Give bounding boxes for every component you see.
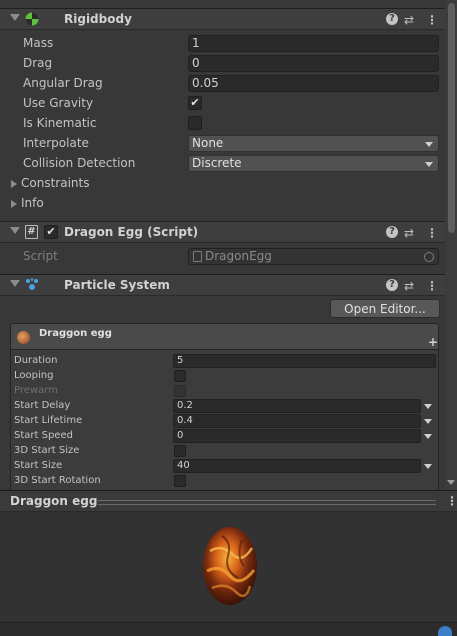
start-delay-field[interactable]: 0.2: [173, 399, 421, 413]
dragon-egg-preview-image: [203, 527, 257, 605]
script-enabled-checkbox[interactable]: ✔: [44, 225, 58, 239]
script-value: DragonEgg: [205, 249, 272, 263]
is-kinematic-checkbox[interactable]: [188, 116, 202, 130]
constraints-foldout[interactable]: Constraints: [11, 176, 89, 190]
rigidbody-header[interactable]: Rigidbody ? ⇄ ⋮: [0, 8, 445, 30]
particle-system-title: Particle System: [64, 278, 170, 292]
component-menu-icon[interactable]: ⋮: [426, 279, 438, 293]
start-size-3d-checkbox[interactable]: [174, 445, 186, 457]
inspector-scroll-thumb[interactable]: [448, 3, 455, 233]
rigidbody-fold-icon[interactable]: [10, 14, 20, 21]
preview-title: Draggon egg: [10, 494, 98, 508]
constraints-label: Constraints: [21, 176, 90, 190]
help-icon[interactable]: ?: [386, 13, 398, 25]
chevron-down-icon: [425, 142, 433, 147]
drag-field[interactable]: 0: [188, 55, 439, 72]
script-file-icon: [193, 251, 202, 262]
preview-tool-icon[interactable]: [438, 626, 452, 636]
start-speed-field[interactable]: 0: [173, 429, 421, 443]
help-icon[interactable]: ?: [386, 226, 398, 238]
angular-drag-label: Angular Drag: [23, 76, 103, 90]
script-label: Script: [23, 249, 58, 263]
prewarm-checkbox: [174, 385, 186, 397]
chevron-down-icon[interactable]: [424, 434, 432, 439]
particle-fold-icon[interactable]: [10, 280, 20, 287]
preview-area: [0, 512, 457, 636]
open-editor-button[interactable]: Open Editor...: [330, 299, 440, 318]
collision-detection-label: Collision Detection: [23, 156, 136, 170]
script-hash-icon: #: [25, 225, 38, 239]
particle-system-header[interactable]: Particle System ? ⇄ ⋮: [0, 274, 445, 296]
mass-field[interactable]: 1: [188, 35, 439, 52]
is-kinematic-label: Is Kinematic: [23, 116, 97, 130]
chevron-down-icon[interactable]: [424, 419, 432, 424]
rigidbody-title: Rigidbody: [64, 12, 132, 26]
particle-module-icon: [17, 331, 30, 344]
scroll-down-icon[interactable]: [447, 480, 455, 485]
chevron-down-icon[interactable]: [424, 404, 432, 409]
angular-drag-field[interactable]: 0.05: [188, 75, 439, 92]
duration-label: Duration: [14, 355, 58, 366]
chevron-right-icon: [11, 199, 17, 208]
start-size-3d-label: 3D Start Size: [14, 445, 80, 456]
use-gravity-checkbox[interactable]: ✔: [188, 96, 202, 110]
start-rotation-3d-checkbox[interactable]: [174, 475, 186, 487]
mass-label: Mass: [23, 36, 54, 50]
interpolate-dropdown[interactable]: None: [188, 135, 439, 152]
particle-system-icon: [26, 278, 38, 290]
add-module-icon[interactable]: +: [428, 335, 438, 349]
chevron-right-icon: [11, 179, 17, 188]
start-size-field[interactable]: 40: [173, 459, 421, 473]
start-speed-label: Start Speed: [14, 430, 73, 441]
looping-label: Looping: [14, 370, 54, 381]
chevron-down-icon: [425, 162, 433, 167]
collision-detection-dropdown[interactable]: Discrete: [188, 155, 439, 172]
drag-label: Drag: [23, 56, 53, 70]
prewarm-label: Prewarm: [14, 385, 58, 396]
start-lifetime-field[interactable]: 0.4: [173, 414, 421, 428]
interpolate-value: None: [192, 136, 224, 150]
interpolate-label: Interpolate: [23, 136, 89, 150]
chevron-down-icon[interactable]: [424, 464, 432, 469]
preview-header[interactable]: Draggon egg ⋮: [0, 490, 457, 512]
presets-icon[interactable]: ⇄: [404, 279, 414, 293]
script-title: Dragon Egg (Script): [64, 225, 199, 239]
component-menu-icon[interactable]: ⋮: [426, 226, 438, 240]
preview-menu-icon[interactable]: ⋮: [446, 494, 457, 508]
dragon-egg-script-header[interactable]: # ✔ Dragon Egg (Script) ? ⇄ ⋮: [0, 221, 445, 243]
presets-icon[interactable]: ⇄: [404, 226, 414, 240]
duration-field[interactable]: 5: [173, 354, 436, 368]
start-rotation-3d-label: 3D Start Rotation: [14, 475, 101, 486]
preview-footer: [0, 622, 457, 636]
presets-icon[interactable]: ⇄: [404, 13, 414, 27]
component-menu-icon[interactable]: ⋮: [426, 13, 438, 27]
info-label: Info: [21, 196, 44, 210]
start-size-label: Start Size: [14, 460, 63, 471]
rigidbody-component-icon: [25, 12, 39, 26]
preview-drag-handle[interactable]: [98, 500, 436, 505]
particle-main-module-header[interactable]: Draggon egg +: [10, 323, 439, 350]
info-foldout[interactable]: Info: [11, 196, 44, 210]
collision-detection-value: Discrete: [192, 156, 242, 170]
start-lifetime-label: Start Lifetime: [14, 415, 83, 426]
script-fold-icon[interactable]: [10, 227, 20, 234]
use-gravity-label: Use Gravity: [23, 96, 94, 110]
help-icon[interactable]: ?: [386, 279, 398, 291]
start-delay-label: Start Delay: [14, 400, 71, 411]
looping-checkbox[interactable]: [174, 370, 186, 382]
particle-module-title: Draggon egg: [39, 328, 112, 339]
object-picker-icon[interactable]: [424, 252, 434, 262]
script-object-field: DragonEgg: [188, 248, 439, 265]
